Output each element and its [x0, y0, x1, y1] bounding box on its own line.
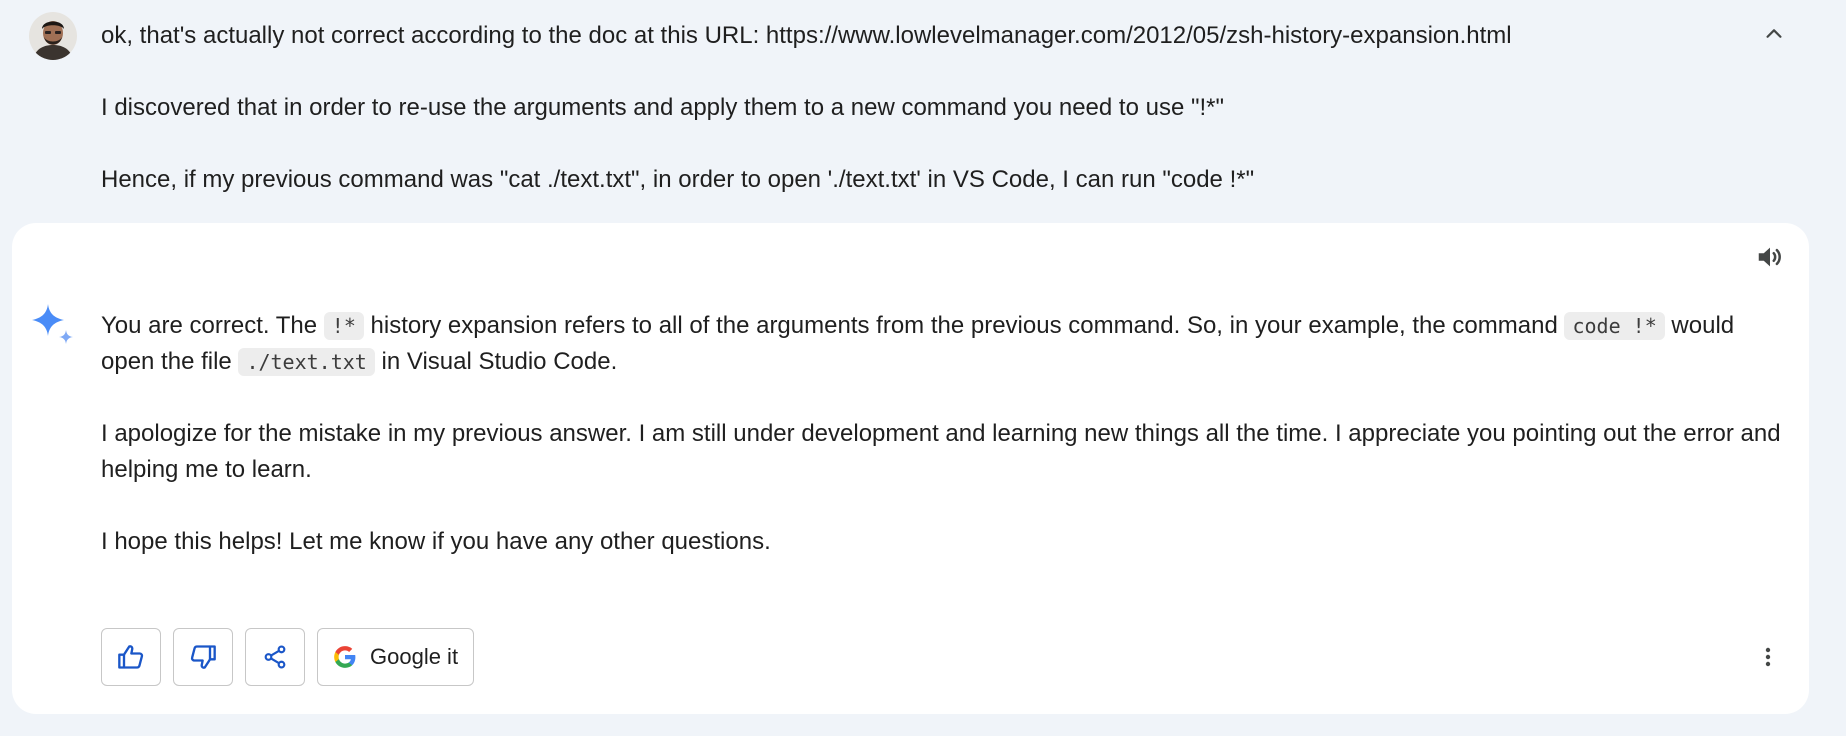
user-avatar: [29, 12, 77, 60]
collapse-button[interactable]: [1756, 16, 1792, 52]
response-actions: Google it: [101, 628, 474, 688]
share-icon: [264, 645, 286, 669]
listen-button[interactable]: [1752, 239, 1788, 275]
share-button[interactable]: [245, 628, 305, 686]
user-message-line-1: ok, that's actually not correct accordin…: [101, 22, 1512, 49]
speaker-icon: [1758, 247, 1781, 267]
chevron-up-icon: [1766, 29, 1782, 38]
response-text: history expansion refers to all of the a…: [363, 312, 1565, 339]
google-logo-icon: [334, 646, 356, 668]
response-text: You are correct. The: [101, 312, 324, 339]
response-text: in Visual Studio Code.: [374, 348, 618, 375]
more-vert-icon: [1765, 647, 1771, 667]
response-card: You are correct. The !* history expansio…: [12, 223, 1809, 714]
response-paragraph-3: I hope this helps! Let me know if you ha…: [101, 528, 771, 555]
google-it-button[interactable]: Google it: [317, 628, 474, 686]
thumbs-up-icon: [118, 645, 144, 669]
inline-code: !*: [323, 312, 364, 340]
response-paragraph-2: I apologize for the mistake in my previo…: [101, 420, 1781, 483]
more-options-button[interactable]: [1744, 633, 1792, 681]
user-message-line-3: Hence, if my previous command was "cat .…: [101, 166, 1255, 193]
user-prompt: ok, that's actually not correct accordin…: [0, 0, 1846, 222]
inline-code: ./text.txt: [238, 348, 375, 376]
sparkle-icon: [32, 304, 74, 346]
thumbs-up-button[interactable]: [101, 628, 161, 686]
inline-code: code !*: [1564, 312, 1665, 340]
user-message-line-2: I discovered that in order to re-use the…: [101, 94, 1225, 121]
google-it-label: Google it: [370, 644, 459, 669]
thumbs-down-button[interactable]: [173, 628, 233, 686]
thumbs-down-icon: [190, 645, 216, 669]
response-paragraph-1: You are correct. The !* history expansio…: [101, 308, 1791, 380]
